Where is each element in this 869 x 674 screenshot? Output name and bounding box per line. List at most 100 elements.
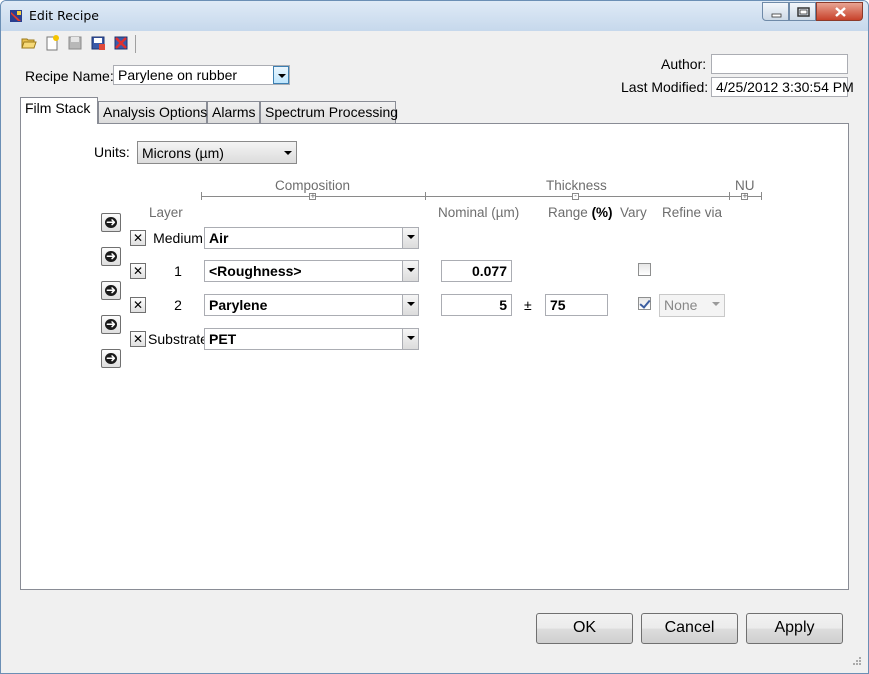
nu-header: NU bbox=[735, 178, 755, 193]
nominal-column-header: Nominal (µm) bbox=[438, 205, 520, 220]
tab-label: Film Stack bbox=[25, 100, 91, 116]
thickness-header: Thickness bbox=[546, 178, 607, 193]
apply-button[interactable]: Apply bbox=[746, 613, 843, 644]
minimize-icon bbox=[771, 13, 782, 18]
tab-film-stack[interactable]: Film Stack bbox=[20, 97, 98, 124]
layer-material-combo[interactable]: <Roughness> bbox=[204, 260, 419, 282]
toolbar-separator bbox=[135, 35, 136, 53]
units-value: Microns (µm) bbox=[142, 145, 224, 161]
layer-material-combo[interactable]: Air bbox=[204, 227, 419, 249]
last-modified-label: Last Modified: bbox=[621, 79, 709, 95]
window-title: Edit Recipe bbox=[29, 8, 99, 23]
header-divider bbox=[201, 196, 761, 197]
delete-layer-button[interactable]: ✕ bbox=[130, 331, 146, 347]
vary-checkbox[interactable] bbox=[638, 297, 651, 310]
range-header-text: Range bbox=[548, 205, 588, 220]
delete-layer-button[interactable]: ✕ bbox=[130, 263, 146, 279]
recipe-name-label: Recipe Name: bbox=[25, 68, 114, 84]
plus-arrow-icon: ➜ bbox=[106, 317, 117, 331]
range-column-header: Range (%) bbox=[548, 205, 613, 220]
chevron-down-icon[interactable] bbox=[402, 329, 418, 349]
layer-label: Medium bbox=[153, 230, 203, 246]
units-label: Units: bbox=[94, 144, 130, 160]
tab-alarms[interactable]: Alarms bbox=[207, 101, 260, 123]
range-value: 75 bbox=[550, 297, 566, 313]
range-unit-text: (%) bbox=[591, 205, 613, 220]
tab-label: Alarms bbox=[212, 104, 256, 120]
composition-expand-icon[interactable]: + bbox=[309, 193, 316, 200]
new-file-icon[interactable] bbox=[44, 35, 60, 51]
header-tick bbox=[201, 192, 202, 200]
nominal-thickness-field[interactable]: 0.077 bbox=[441, 260, 512, 282]
layer-label: 1 bbox=[174, 263, 182, 279]
dialog-client-area: Recipe Name: Parylene on rubber Author: … bbox=[9, 31, 861, 665]
thickness-collapse-icon[interactable]: - bbox=[572, 193, 579, 200]
close-icon: ✕ bbox=[132, 298, 144, 312]
resize-grip-icon[interactable] bbox=[853, 657, 861, 665]
refine-via-combo[interactable]: None bbox=[659, 294, 725, 317]
units-combo[interactable]: Microns (µm) bbox=[137, 141, 297, 164]
layer-material-value: Air bbox=[209, 230, 229, 246]
layer-column-header: Layer bbox=[149, 205, 183, 220]
delete-recipe-icon[interactable] bbox=[113, 35, 129, 51]
plus-minus-sign: ± bbox=[524, 297, 532, 313]
plus-arrow-icon: ➜ bbox=[106, 249, 117, 263]
recipe-name-combo[interactable]: Parylene on rubber bbox=[113, 65, 290, 85]
range-field[interactable]: 75 bbox=[545, 294, 608, 316]
last-modified-field: 4/25/2012 3:30:54 PM bbox=[711, 77, 854, 97]
header-tick bbox=[729, 192, 730, 200]
save-icon[interactable] bbox=[67, 35, 83, 51]
plus-arrow-icon: ➜ bbox=[106, 283, 117, 297]
plus-arrow-icon: ➜ bbox=[106, 215, 117, 229]
layer-material-combo[interactable]: Parylene bbox=[204, 294, 419, 316]
chevron-down-icon[interactable] bbox=[402, 261, 418, 281]
delete-layer-button[interactable]: ✕ bbox=[130, 297, 146, 313]
author-label: Author: bbox=[661, 56, 707, 72]
minimize-button[interactable] bbox=[762, 2, 789, 21]
chevron-down-icon[interactable] bbox=[402, 228, 418, 248]
close-icon: ✕ bbox=[132, 332, 144, 346]
cancel-button[interactable]: Cancel bbox=[641, 613, 738, 644]
insert-layer-button[interactable]: ➜ bbox=[101, 281, 121, 300]
delete-layer-button[interactable]: ✕ bbox=[130, 230, 146, 246]
nu-expand-icon[interactable]: + bbox=[741, 193, 748, 200]
chevron-down-icon[interactable] bbox=[708, 295, 724, 316]
open-folder-icon[interactable] bbox=[21, 35, 37, 51]
tab-label: Analysis Options bbox=[103, 104, 208, 120]
close-button[interactable] bbox=[816, 2, 863, 21]
close-icon bbox=[835, 7, 846, 17]
refine-via-column-header: Refine via bbox=[662, 205, 723, 220]
chevron-down-icon[interactable] bbox=[273, 66, 289, 84]
insert-layer-button[interactable]: ➜ bbox=[101, 349, 121, 368]
nominal-thickness-value: 0.077 bbox=[471, 263, 507, 279]
layer-label: 2 bbox=[174, 297, 182, 313]
insert-layer-button[interactable]: ➜ bbox=[101, 213, 121, 232]
tab-spectrum-processing[interactable]: Spectrum Processing bbox=[260, 101, 399, 123]
restore-button[interactable] bbox=[789, 2, 816, 21]
chevron-down-icon[interactable] bbox=[280, 144, 296, 162]
save-as-icon[interactable] bbox=[90, 35, 106, 51]
last-modified-value: 4/25/2012 3:30:54 PM bbox=[716, 79, 854, 95]
restore-icon bbox=[797, 7, 810, 17]
layer-material-value: PET bbox=[209, 331, 237, 347]
film-stack-panel: Units: Microns (µm) Composition Thicknes… bbox=[20, 123, 849, 590]
nominal-thickness-value: 5 bbox=[499, 297, 507, 313]
insert-layer-button[interactable]: ➜ bbox=[101, 315, 121, 334]
nominal-thickness-field[interactable]: 5 bbox=[441, 294, 512, 316]
app-icon bbox=[10, 10, 22, 22]
layer-material-value: <Roughness> bbox=[209, 263, 302, 279]
ok-button[interactable]: OK bbox=[536, 613, 633, 644]
composition-header: Composition bbox=[275, 178, 351, 193]
edit-recipe-window: Edit Recipe Recipe Name: Parylene on rub… bbox=[0, 0, 869, 674]
plus-arrow-icon: ➜ bbox=[106, 351, 117, 365]
layer-material-combo[interactable]: PET bbox=[204, 328, 419, 350]
close-icon: ✕ bbox=[132, 264, 144, 278]
vary-checkbox[interactable] bbox=[638, 263, 651, 276]
author-field[interactable] bbox=[711, 54, 848, 74]
insert-layer-button[interactable]: ➜ bbox=[101, 247, 121, 266]
tab-label: Spectrum Processing bbox=[265, 104, 399, 120]
tab-analysis-options[interactable]: Analysis Options bbox=[98, 101, 207, 123]
title-bar[interactable]: Edit Recipe bbox=[1, 1, 868, 31]
chevron-down-icon[interactable] bbox=[402, 295, 418, 315]
refine-via-value: None bbox=[664, 297, 698, 313]
